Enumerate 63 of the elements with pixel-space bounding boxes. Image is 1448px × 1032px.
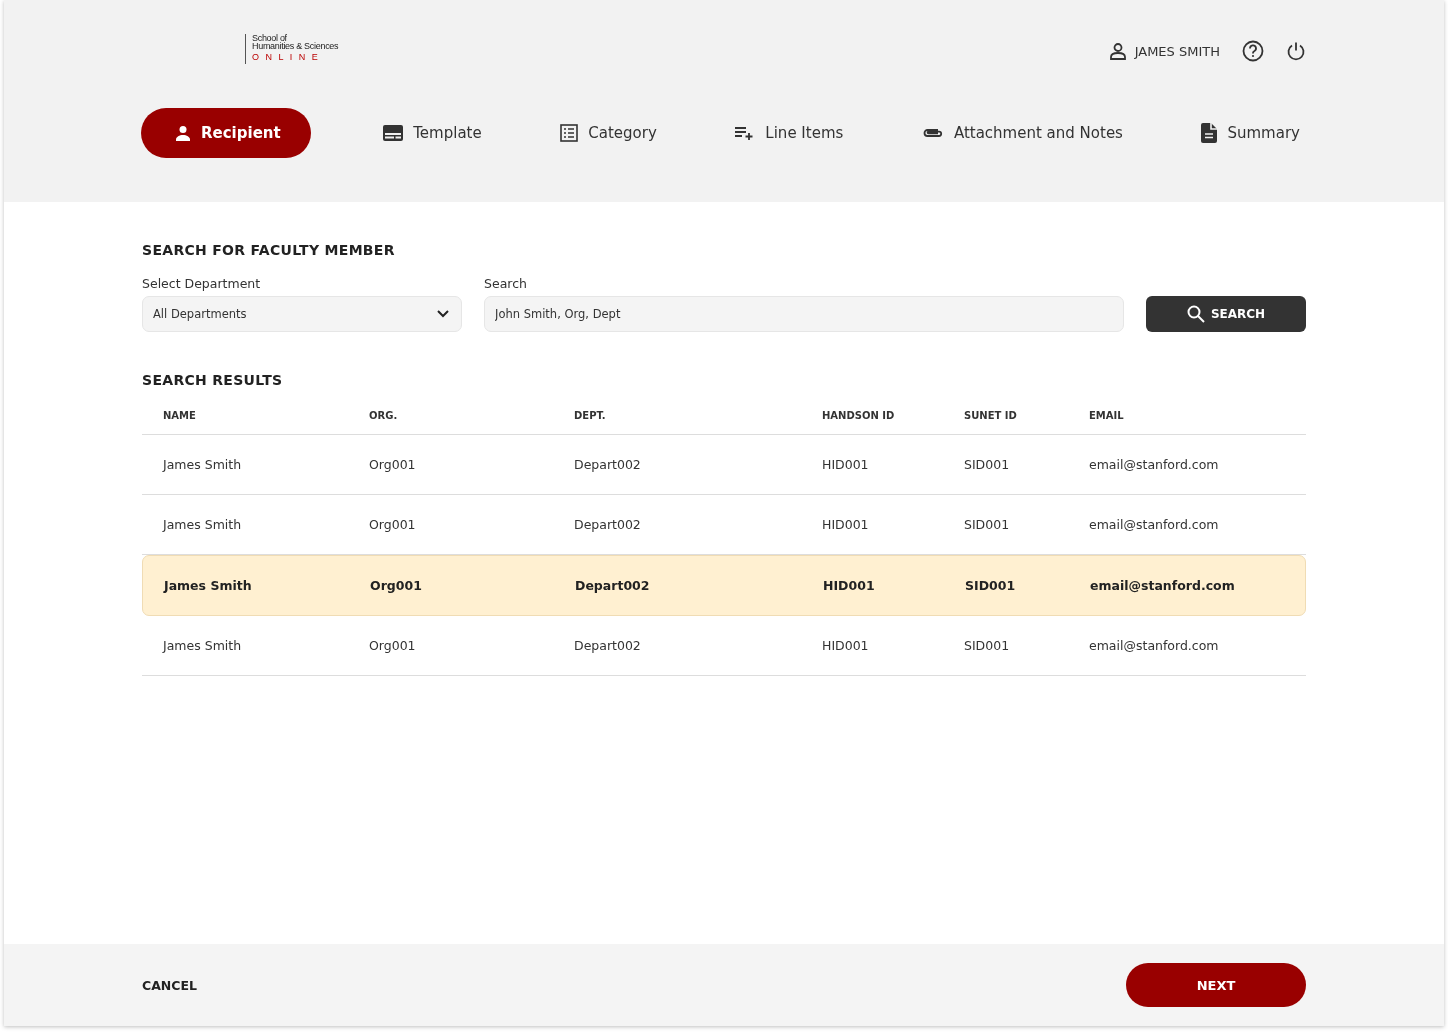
person-icon [175,125,191,141]
power-icon[interactable] [1286,41,1306,61]
cancel-button[interactable]: CANCEL [142,977,197,993]
help-icon[interactable] [1242,40,1264,62]
step-tab[interactable]: Line Items [729,108,850,158]
table-cell-text: email@stanford.com [1090,578,1236,593]
playlist-add-icon [735,126,756,140]
column-header: SUNET ID [964,409,1018,421]
logo-online-text: O N L I N E [252,51,321,64]
table-cell-text: Depart002 [574,457,642,472]
search-button[interactable]: SEARCH [1146,296,1306,332]
table-cell-text: SID001 [964,517,1011,532]
field-label: Select Department [142,276,262,291]
field-label: Search [484,276,528,291]
step-tab[interactable]: Category [554,108,663,158]
search-icon [1186,305,1205,323]
step-tab[interactable]: Summary [1195,108,1306,158]
next-button[interactable]: NEXT [1126,963,1306,1007]
user-name: JAMES SMITH [1134,43,1220,59]
step-tab[interactable]: Recipient [141,108,311,158]
table-cell-text: SID001 [964,638,1011,653]
table-cell-text: James Smith [163,457,243,472]
paperclip-icon [921,127,944,139]
table-cell-text: email@stanford.com [1089,457,1220,472]
step-tab[interactable]: Template [377,108,488,158]
table-cell-text: email@stanford.com [1089,638,1220,653]
table-cell-text: Depart002 [575,578,651,593]
search-field[interactable]: John Smith, Org, Dept [484,296,1124,332]
table-cell-text: HID001 [822,517,870,532]
table-cell-text: HID001 [822,457,870,472]
section-title: SEARCH RESULTS [142,372,284,388]
table-cell-text: HID001 [823,578,876,593]
table-cell-text: Depart002 [574,517,642,532]
table-cell-text: James Smith [163,517,243,532]
table-cell-text: Org001 [369,457,417,472]
column-header: EMAIL [1089,409,1125,421]
card-icon [383,125,404,141]
table-cell-text: Org001 [369,517,417,532]
table-cell-text: email@stanford.com [1089,517,1220,532]
step-tab[interactable]: Attachment and Notes [915,108,1129,158]
table-cell-text: Depart002 [574,638,642,653]
section-title: SEARCH FOR FACULTY MEMBER [142,242,396,258]
list-icon [560,124,579,142]
table-cell-text: Org001 [369,638,417,653]
chevron-down-icon [437,310,449,318]
column-header: DEPT. [574,409,607,421]
department-dropdown[interactable]: All Departments [142,296,462,332]
table-cell-text: SID001 [965,578,1017,593]
table-cell-text: James Smith [163,638,243,653]
table-cell-text: James Smith [164,578,253,593]
result-row[interactable]: James Smith Org001 Depart002 HID001 SID001 email@stanford.com [142,435,1306,495]
table-cell-text: SID001 [964,457,1011,472]
column-header: HANDSON ID [822,409,896,421]
logo-text: School of [252,34,287,42]
document-icon [1201,123,1218,143]
table-cell-text: HID001 [822,638,870,653]
column-header: ORG. [369,409,399,421]
column-header: NAME [163,409,197,421]
result-row[interactable]: James Smith Org001 Depart002 HID001 SID001 email@stanford.com [142,616,1306,676]
logo-text: Humanities & Sciences [252,42,339,50]
result-row[interactable]: James Smith Org001 Depart002 HID001 SID001 email@stanford.com [142,555,1306,616]
table-cell-text: Org001 [370,578,423,593]
user-icon [1108,42,1127,60]
